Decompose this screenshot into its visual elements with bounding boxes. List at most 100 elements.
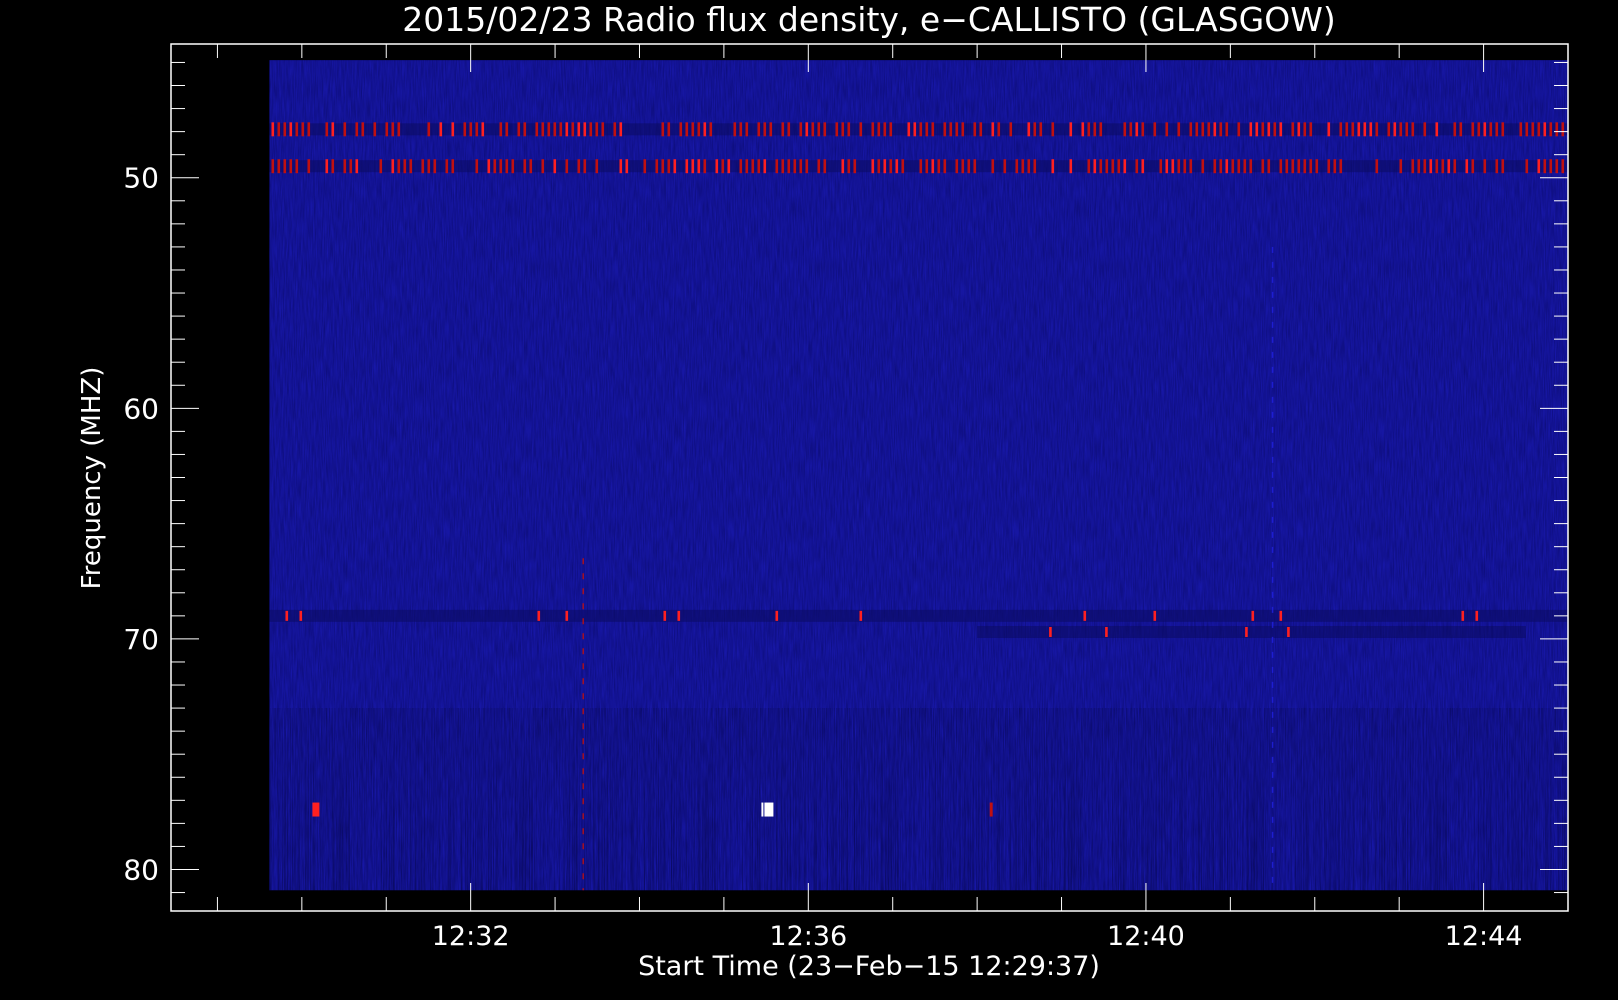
band-segment [1531, 122, 1535, 137]
band-segment [1483, 122, 1487, 137]
band-segment [1081, 122, 1085, 137]
band-segment [595, 122, 599, 137]
band-segment [427, 122, 431, 137]
band-segment [493, 159, 497, 174]
band-segment [1213, 122, 1217, 137]
band-segment [1165, 122, 1169, 137]
band-segment [823, 159, 827, 174]
band-segment [1251, 610, 1255, 621]
band-segment [379, 159, 383, 174]
y-axis-label: Frequency (MHZ) [77, 367, 107, 590]
band-segment [739, 122, 743, 137]
band-segment [925, 122, 929, 137]
band-segment [1219, 159, 1223, 174]
band-segment [391, 122, 395, 137]
band-segment [397, 159, 401, 174]
band-segment [973, 122, 977, 137]
band-segment [277, 122, 281, 137]
band-segment [1475, 610, 1479, 621]
band-segment [955, 159, 959, 174]
band-segment [811, 122, 815, 137]
band-segment [565, 122, 569, 137]
band-segment [739, 159, 743, 174]
band-segment [577, 122, 581, 137]
band-segment [847, 159, 851, 174]
band-segment [547, 122, 551, 137]
band-segment [1225, 122, 1229, 137]
y-tick-label-3: 80 [123, 853, 159, 886]
band-segment [883, 159, 887, 174]
band-segment [721, 159, 725, 174]
band-segment [1105, 626, 1108, 637]
heatmap-area [269, 60, 1568, 891]
band-segment [541, 159, 545, 174]
band-segment [745, 159, 749, 174]
band-segment [1165, 159, 1169, 174]
interference-band-1 [269, 160, 1568, 173]
band-segment [517, 122, 521, 137]
band-segment [859, 610, 863, 621]
band-segment [781, 122, 785, 137]
band-segment [1363, 122, 1367, 137]
band-segment [799, 122, 803, 137]
band-segment [1291, 159, 1295, 174]
band-segment [1129, 122, 1133, 137]
band-segment [619, 159, 623, 174]
band-segment [589, 122, 593, 137]
band-segment [1543, 159, 1547, 174]
band-segment [505, 159, 509, 174]
band-segment [295, 159, 299, 174]
band-segment [361, 122, 365, 137]
band-segment [757, 159, 761, 174]
band-segment [1333, 159, 1337, 174]
band-segment [565, 610, 569, 621]
band-segment [523, 159, 527, 174]
band-segment [763, 122, 767, 137]
band-segment [499, 122, 503, 137]
band-segment [1083, 610, 1087, 621]
band-segment [1399, 159, 1403, 174]
band-segment [307, 122, 311, 137]
band-segment [757, 122, 761, 137]
band-segment [505, 122, 509, 137]
band-segment [835, 122, 839, 137]
band-segment [1327, 159, 1331, 174]
band-segment [1291, 122, 1295, 137]
band-segment [643, 159, 647, 174]
band-segment [1183, 159, 1187, 174]
band-segment [691, 122, 695, 137]
band-segment [1099, 122, 1103, 137]
band-segment [355, 122, 359, 137]
band-segment [1177, 159, 1181, 174]
band-segment [1189, 122, 1193, 137]
band-segment [931, 159, 935, 174]
band-segment [1249, 159, 1253, 174]
band-segment [925, 159, 929, 174]
band-segment [1417, 159, 1421, 174]
band-segment [1009, 122, 1013, 137]
band-segment [1219, 122, 1223, 137]
band-segment [1411, 122, 1415, 137]
spectrogram-chart: 2015/02/23 Radio flux density, e−CALLIST… [77, 0, 1569, 982]
band-segment [677, 610, 681, 621]
band-segment [1375, 159, 1379, 174]
band-segment [499, 159, 503, 174]
band-segment [511, 159, 515, 174]
spike-mark-5 [764, 802, 774, 817]
band-segment [1087, 122, 1091, 137]
band-segment [1069, 159, 1073, 174]
x-tick-label-2: 12:40 [1107, 921, 1185, 952]
band-segment [769, 122, 773, 137]
band-segment [703, 122, 707, 137]
band-segment [283, 159, 287, 174]
band-segment [691, 159, 695, 174]
y-tick-label-2: 70 [123, 623, 159, 656]
band-segment [1201, 122, 1205, 137]
band-segment [817, 159, 821, 174]
band-segment [1405, 122, 1409, 137]
band-segment [1245, 626, 1248, 637]
band-segment [751, 159, 755, 174]
band-segment [529, 159, 533, 174]
band-segment [1495, 159, 1499, 174]
band-segment [685, 122, 689, 137]
